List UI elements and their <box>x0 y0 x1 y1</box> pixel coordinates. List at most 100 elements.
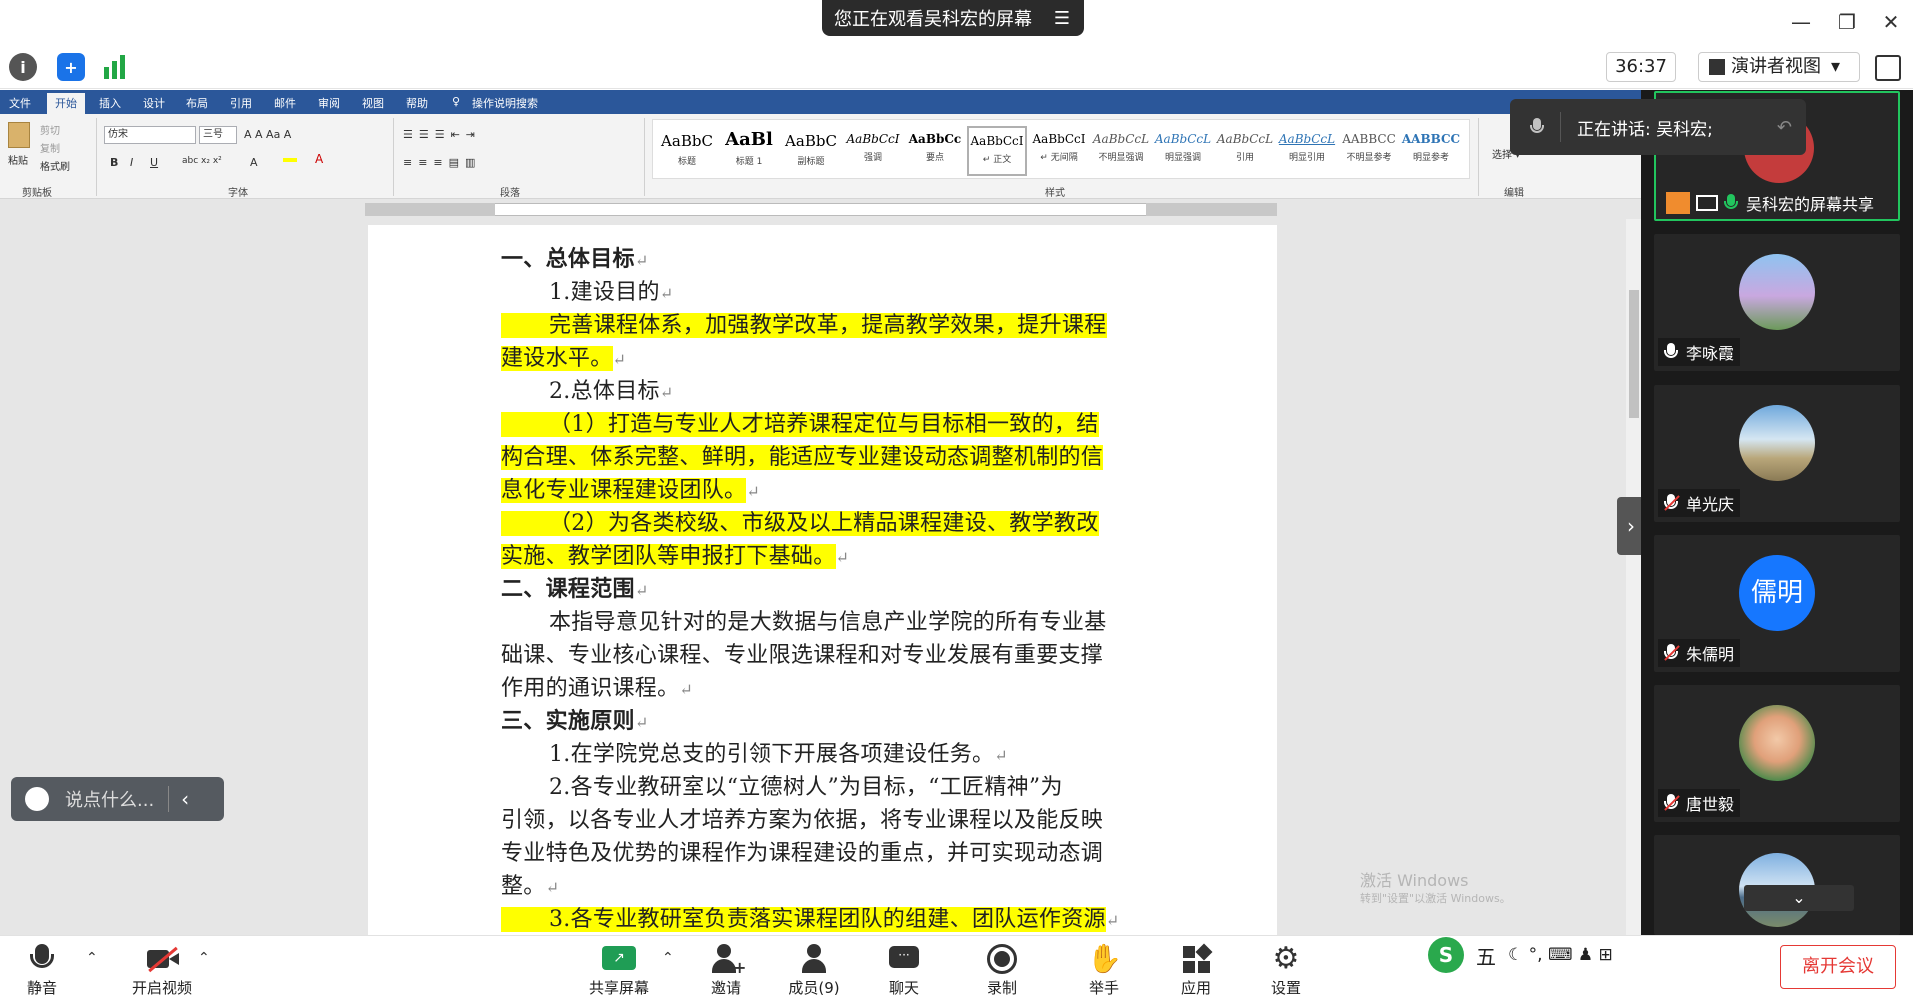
style-emphasis[interactable]: AaBbCcI 强调 <box>843 126 903 176</box>
invite-label: 邀请 <box>710 979 741 997</box>
underline-button[interactable]: U <box>150 156 158 169</box>
bold-button[interactable]: B <box>110 156 118 169</box>
scrollbar-thumb[interactable] <box>1629 290 1639 418</box>
style-subtle-emphasis[interactable]: AaBbCcL 不明显强调 <box>1091 126 1151 176</box>
style-normal[interactable]: AaBbCcI ↵ 正文 <box>967 126 1027 176</box>
line-text: 引领，以各专业人才培养方案为依据，将专业课程以及能反映 <box>501 808 1104 833</box>
tab-references[interactable]: 引用 <box>230 95 252 111</box>
style-quote[interactable]: AaBbCcL 引用 <box>1215 126 1275 176</box>
tell-me-search[interactable]: 操作说明搜索 <box>472 95 538 111</box>
style-title[interactable]: AaBbC 标题 <box>657 126 717 176</box>
document-body[interactable]: 一、总体目标↵ 1.建设目的↵ 完善课程体系，加强教学改革，提高教学效果，提升课程建… <box>501 243 1143 936</box>
cut-button[interactable]: 剪切 <box>40 122 60 137</box>
style-subtle-reference[interactable]: AABBCC 不明显参考 <box>1339 126 1399 176</box>
paste-icon[interactable] <box>8 122 30 148</box>
screen-share-banner[interactable]: 您正在观看吴科宏的屏幕 ☰ <box>822 0 1084 36</box>
style-heading-1[interactable]: AaBl 标题 1 <box>719 126 779 176</box>
info-icon[interactable]: i <box>9 53 37 81</box>
tab-review[interactable]: 审阅 <box>318 95 340 111</box>
paragraph-group-label: 段落 <box>500 188 520 199</box>
ruler-right-margin <box>1146 203 1277 216</box>
ruler-left-margin <box>365 203 495 216</box>
italic-button[interactable]: I <box>130 156 133 169</box>
document-line: 整。↵ <box>501 870 1143 903</box>
participant-tile[interactable]: 唐世毅 <box>1654 685 1900 822</box>
menu-icon[interactable]: ☰ <box>1054 8 1070 29</box>
restore-button[interactable]: ❐ <box>1832 8 1862 36</box>
chevron-up-icon[interactable]: ⌃ <box>86 950 98 966</box>
share-screen-button[interactable]: ↗ 共享屏幕 <box>578 936 660 999</box>
mute-button[interactable]: 静音 <box>2 936 82 999</box>
style-no-spacing[interactable]: AaBbCcI ↵ 无间隔 <box>1029 126 1089 176</box>
host-icon <box>1666 192 1690 214</box>
style-intense-quote[interactable]: AaBbCcL 明显引用 <box>1277 126 1337 176</box>
style-strong[interactable]: AaBbCc 要点 <box>905 126 965 176</box>
participant-tile[interactable]: 单光庆 <box>1654 385 1900 522</box>
shield-icon[interactable]: + <box>57 53 85 81</box>
signal-icon[interactable] <box>104 55 128 79</box>
raise-hand-button[interactable]: ✋ 举手 <box>1064 936 1144 999</box>
style-subtitle[interactable]: AaBbC 副标题 <box>781 126 841 176</box>
fullscreen-icon[interactable] <box>1875 55 1901 81</box>
tab-file[interactable]: 文件 <box>9 95 31 111</box>
style-intense-reference[interactable]: AABBCC 明显参考 <box>1401 126 1461 176</box>
ime-tools[interactable]: ☾ °, ⌨ ♟ ⊞ <box>1508 945 1613 965</box>
ime-toolbar[interactable]: S 五 ☾ °, ⌨ ♟ ⊞ <box>1428 935 1658 975</box>
tab-insert[interactable]: 插入 <box>99 95 121 111</box>
align-buttons[interactable]: ≡≡≡▤▥ <box>403 156 481 169</box>
settings-button[interactable]: ⚙ 设置 <box>1246 936 1326 999</box>
highlight-icon[interactable] <box>283 158 297 162</box>
start-video-button[interactable]: 开启视频 <box>112 936 212 999</box>
horizontal-ruler[interactable] <box>365 203 1277 216</box>
minimize-button[interactable]: — <box>1786 8 1816 36</box>
chat-button[interactable]: ··· 聊天 <box>864 936 944 999</box>
font-size-combo[interactable]: 三号 <box>199 126 237 144</box>
speaker-view-button[interactable]: 演讲者视图 ▾ <box>1698 52 1860 82</box>
tab-home[interactable]: 开始 <box>47 93 85 114</box>
line-text: 2.总体目标 <box>549 379 660 404</box>
paste-button[interactable]: 粘贴 <box>8 152 28 167</box>
format-painter-button[interactable]: 格式刷 <box>40 158 70 173</box>
tab-layout[interactable]: 布局 <box>186 95 208 111</box>
chat-quick-input[interactable]: 说点什么... ‹ <box>11 777 224 821</box>
line-text: 础课、专业核心课程、专业限选课程和对专业发展有重要支撑 <box>501 643 1104 668</box>
line-text: （1）打造与专业人才培养课程定位与目标相一致的，结 <box>501 412 1099 437</box>
line-text: 实施、教学团队等申报打下基础。 <box>501 544 836 569</box>
chevron-left-icon[interactable]: ‹ <box>181 787 189 811</box>
styles-gallery[interactable]: AaBbC 标题 AaBl 标题 1 AaBbC 副标题 AaBbCcI 强调 AaBb… <box>652 119 1470 179</box>
participant-name: 单光庆 <box>1686 495 1735 514</box>
font-size-buttons[interactable]: A A Aa A <box>244 128 291 141</box>
participant-tile[interactable]: 李咏霞 <box>1654 234 1900 371</box>
tab-view[interactable]: 视图 <box>362 95 384 111</box>
close-button[interactable]: ✕ <box>1876 8 1906 36</box>
undo-icon[interactable]: ↶ <box>1777 117 1792 138</box>
record-button[interactable]: 录制 <box>962 936 1042 999</box>
text-effects-icon[interactable]: A <box>250 156 258 169</box>
leave-meeting-button[interactable]: 离开会议 <box>1780 945 1896 989</box>
apps-button[interactable]: 应用 <box>1156 936 1236 999</box>
tab-help[interactable]: 帮助 <box>406 95 428 111</box>
chevron-up-icon[interactable]: ⌃ <box>198 950 210 966</box>
meeting-timer: 36:37 <box>1606 52 1676 82</box>
document-line: 2.总体目标↵ <box>501 375 1143 408</box>
invite-button[interactable]: + 邀请 <box>686 936 766 999</box>
emoji-icon[interactable] <box>25 787 49 811</box>
chevron-down-icon[interactable]: ⌄ <box>1744 885 1854 911</box>
ime-mode[interactable]: 五 <box>1476 941 1496 970</box>
font-color-icon[interactable]: A <box>315 152 323 166</box>
list-buttons[interactable]: ☰☰☰⇤⇥ <box>403 128 481 141</box>
document-line: 专业特色及优势的课程作为课程建设的重点，并可实现动态调 <box>501 837 1143 870</box>
font-name-combo[interactable]: 仿宋 <box>104 126 196 144</box>
copy-button[interactable]: 复制 <box>40 140 60 155</box>
style-intense-emphasis[interactable]: AaBbCcL 明显强调 <box>1153 126 1213 176</box>
participant-tile[interactable]: 儒明 朱儒明 <box>1654 535 1900 672</box>
strikethrough-button[interactable]: abc x₂ x² <box>182 156 222 166</box>
tab-mailings[interactable]: 邮件 <box>274 95 296 111</box>
apps-icon <box>1179 943 1213 974</box>
participants-button[interactable]: 成员(9) <box>774 936 854 999</box>
tab-design[interactable]: 设计 <box>143 95 165 111</box>
activation-watermark: 激活 Windows <box>1360 871 1469 890</box>
document-page[interactable]: 一、总体目标↵ 1.建设目的↵ 完善课程体系，加强教学改革，提高教学效果，提升课程建… <box>368 225 1277 937</box>
chevron-up-icon[interactable]: ⌃ <box>662 950 674 966</box>
participant-tile[interactable]: ⌄ <box>1654 835 1900 935</box>
